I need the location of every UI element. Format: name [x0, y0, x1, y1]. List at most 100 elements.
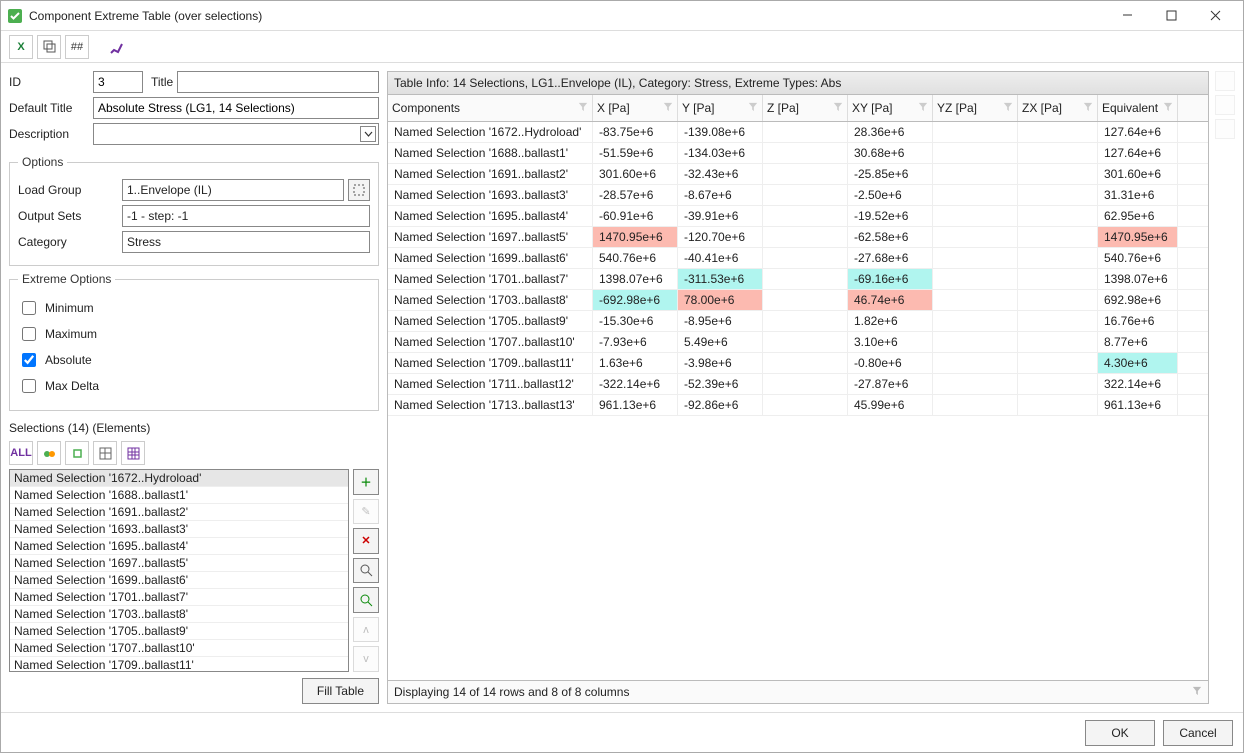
column-header[interactable]: ZX [Pa] [1018, 95, 1098, 121]
table-row[interactable]: Named Selection '1693..ballast3'-28.57e+… [388, 185, 1208, 206]
filter-icon[interactable] [748, 101, 758, 115]
column-header[interactable]: YZ [Pa] [933, 95, 1018, 121]
list-item[interactable]: Named Selection '1707..ballast10' [10, 640, 348, 657]
ok-button[interactable]: OK [1085, 720, 1155, 746]
export-excel-button[interactable]: X [9, 35, 33, 59]
filter-icon[interactable] [1163, 101, 1173, 115]
filter-icon[interactable] [1003, 101, 1013, 115]
table-cell: -25.85e+6 [848, 164, 933, 184]
absolute-checkbox[interactable] [22, 353, 36, 367]
column-header[interactable]: Z [Pa] [763, 95, 848, 121]
table-cell: -51.59e+6 [593, 143, 678, 163]
title-input[interactable] [177, 71, 379, 93]
table-row[interactable]: Named Selection '1695..ballast4'-60.91e+… [388, 206, 1208, 227]
table-cell: Named Selection '1697..ballast5' [388, 227, 593, 247]
select-all-button[interactable]: ALL [9, 441, 33, 465]
side-misc-button[interactable] [1215, 119, 1235, 139]
table-cell: 3.10e+6 [848, 332, 933, 352]
list-item[interactable]: Named Selection '1709..ballast11' [10, 657, 348, 672]
table-row[interactable]: Named Selection '1713..ballast13'961.13e… [388, 395, 1208, 416]
cancel-button[interactable]: Cancel [1163, 720, 1233, 746]
load-group-pick-button[interactable] [348, 179, 370, 201]
category-select[interactable]: Stress [122, 231, 370, 253]
column-header[interactable]: X [Pa] [593, 95, 678, 121]
output-sets-select[interactable]: -1 - step: -1 [122, 205, 370, 227]
filter-icon[interactable] [1192, 685, 1202, 699]
side-grid-button[interactable] [1215, 95, 1235, 115]
find-selection-button[interactable] [353, 558, 379, 584]
select-visible-button[interactable] [37, 441, 61, 465]
max-delta-checkbox[interactable] [22, 379, 36, 393]
table-cell [933, 290, 1018, 310]
column-header[interactable]: Equivalent [1098, 95, 1178, 121]
table-row[interactable]: Named Selection '1688..ballast1'-51.59e+… [388, 143, 1208, 164]
table-cell: -311.53e+6 [678, 269, 763, 289]
load-group-select[interactable]: 1..Envelope (IL) [122, 179, 344, 201]
table-row[interactable]: Named Selection '1672..Hydroload'-83.75e… [388, 122, 1208, 143]
chevron-down-icon[interactable] [360, 126, 376, 142]
window-title: Component Extreme Table (over selections… [29, 9, 262, 23]
filter-icon[interactable] [918, 101, 928, 115]
table-row[interactable]: Named Selection '1707..ballast10'-7.93e+… [388, 332, 1208, 353]
list-item[interactable]: Named Selection '1695..ballast4' [10, 538, 348, 555]
decimals-button[interactable]: ## [65, 35, 89, 59]
filter-icon[interactable] [578, 101, 588, 115]
column-header[interactable]: XY [Pa] [848, 95, 933, 121]
list-item[interactable]: Named Selection '1691..ballast2' [10, 504, 348, 521]
move-up-button[interactable]: ʌ [353, 617, 379, 643]
column-header[interactable]: Components [388, 95, 593, 121]
list-item[interactable]: Named Selection '1701..ballast7' [10, 589, 348, 606]
table-cell: 28.36e+6 [848, 122, 933, 142]
table-body[interactable]: Named Selection '1672..Hydroload'-83.75e… [388, 122, 1208, 680]
selections-list[interactable]: Named Selection '1672..Hydroload'Named S… [9, 469, 349, 672]
table-row[interactable]: Named Selection '1705..ballast9'-15.30e+… [388, 311, 1208, 332]
table-cell [763, 353, 848, 373]
add-selection-button[interactable]: ＋ [353, 469, 379, 495]
select-grid2-button[interactable] [121, 441, 145, 465]
list-item[interactable]: Named Selection '1672..Hydroload' [10, 470, 348, 487]
maximize-button[interactable] [1149, 2, 1193, 30]
minimize-button[interactable] [1105, 2, 1149, 30]
table-cell: -83.75e+6 [593, 122, 678, 142]
move-down-button[interactable]: v [353, 646, 379, 672]
filter-icon[interactable] [833, 101, 843, 115]
table-header-row: ComponentsX [Pa]Y [Pa]Z [Pa]XY [Pa]YZ [P… [388, 95, 1208, 122]
column-header[interactable]: Y [Pa] [678, 95, 763, 121]
table-cell: 8.77e+6 [1098, 332, 1178, 352]
table-cell: 127.64e+6 [1098, 122, 1178, 142]
list-item[interactable]: Named Selection '1688..ballast1' [10, 487, 348, 504]
table-cell [763, 122, 848, 142]
remove-selection-button[interactable]: ✕ [353, 528, 379, 554]
copy-button[interactable] [37, 35, 61, 59]
table-cell [933, 227, 1018, 247]
select-cube-button[interactable] [65, 441, 89, 465]
table-row[interactable]: Named Selection '1691..ballast2'301.60e+… [388, 164, 1208, 185]
fill-table-button[interactable]: Fill Table [302, 678, 379, 704]
highlight-button[interactable] [105, 35, 129, 59]
table-cell [933, 353, 1018, 373]
table-row[interactable]: Named Selection '1709..ballast11'1.63e+6… [388, 353, 1208, 374]
close-button[interactable] [1193, 2, 1237, 30]
list-item[interactable]: Named Selection '1693..ballast3' [10, 521, 348, 538]
id-input[interactable] [93, 71, 143, 93]
default-title-input[interactable] [93, 97, 379, 119]
table-cell: -69.16e+6 [848, 269, 933, 289]
list-item[interactable]: Named Selection '1703..ballast8' [10, 606, 348, 623]
list-item[interactable]: Named Selection '1697..ballast5' [10, 555, 348, 572]
filter-icon[interactable] [663, 101, 673, 115]
side-chart-button[interactable] [1215, 71, 1235, 91]
find-selection-green-button[interactable] [353, 587, 379, 613]
maximum-checkbox[interactable] [22, 327, 36, 341]
filter-icon[interactable] [1083, 101, 1093, 115]
table-row[interactable]: Named Selection '1711..ballast12'-322.14… [388, 374, 1208, 395]
select-grid1-button[interactable] [93, 441, 117, 465]
minimum-checkbox[interactable] [22, 301, 36, 315]
table-row[interactable]: Named Selection '1701..ballast7'1398.07e… [388, 269, 1208, 290]
list-item[interactable]: Named Selection '1699..ballast6' [10, 572, 348, 589]
table-row[interactable]: Named Selection '1699..ballast6'540.76e+… [388, 248, 1208, 269]
table-row[interactable]: Named Selection '1697..ballast5'1470.95e… [388, 227, 1208, 248]
table-cell: Named Selection '1707..ballast10' [388, 332, 593, 352]
table-row[interactable]: Named Selection '1703..ballast8'-692.98e… [388, 290, 1208, 311]
edit-selection-button[interactable]: ✎ [353, 499, 379, 525]
list-item[interactable]: Named Selection '1705..ballast9' [10, 623, 348, 640]
